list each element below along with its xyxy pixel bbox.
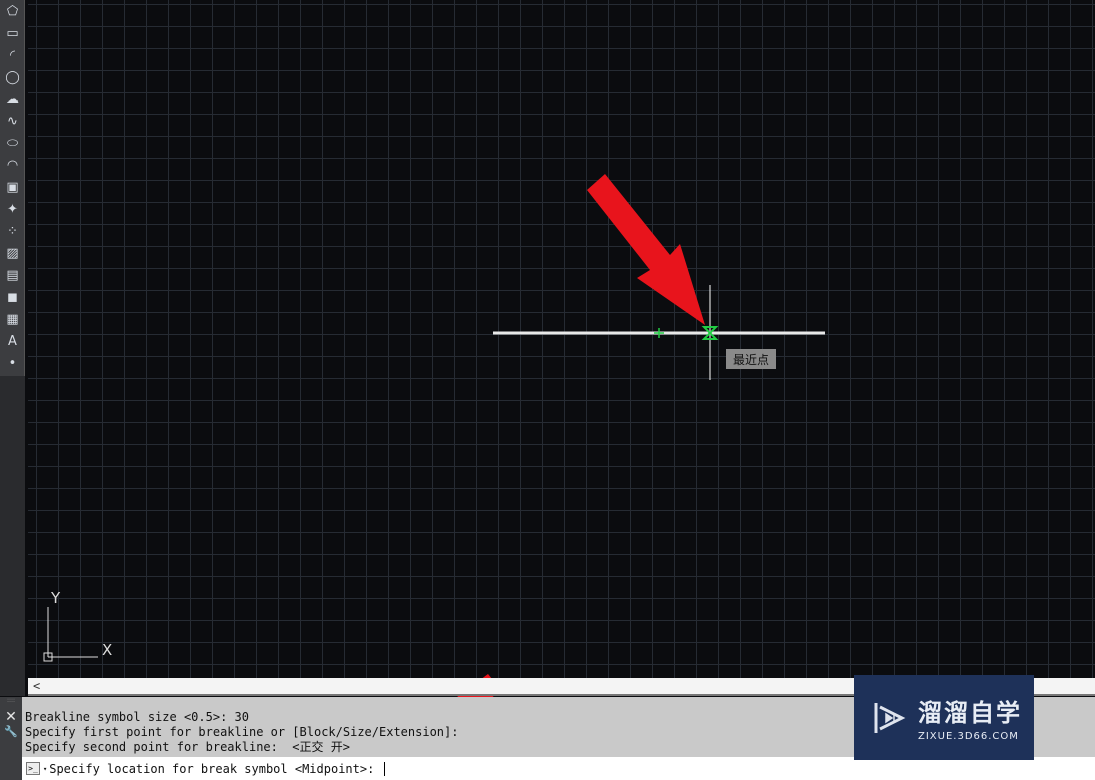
wrench-icon[interactable]: 🔧 — [0, 725, 22, 738]
scroll-left-button[interactable]: < — [33, 679, 40, 693]
command-side-bar: :::: ✕ 🔧 — [0, 697, 22, 780]
ucs-y-label: Y — [50, 589, 61, 607]
play-logo-icon — [874, 702, 906, 733]
watermark-name: 溜溜自学 — [918, 699, 1022, 727]
text-caret — [383, 761, 385, 776]
ucs-icon — [43, 607, 98, 662]
midpoint-marker — [654, 328, 664, 338]
command-input[interactable]: >_ ▾ Specify location for break symbol <Mi… — [22, 757, 1095, 780]
grip-handle[interactable]: :::: — [0, 697, 22, 709]
ucs-x-label: X — [102, 641, 112, 659]
snap-tooltip: 最近点 — [726, 349, 776, 369]
command-prompt: Specify location for break symbol <Midpo… — [49, 761, 382, 776]
dropdown-arrow-icon[interactable]: ▾ — [43, 765, 47, 773]
command-prompt-icon[interactable]: >_ — [26, 762, 40, 775]
red-arrow-canvas — [587, 174, 705, 325]
close-icon[interactable]: ✕ — [0, 709, 22, 725]
watermark-url: ZIXUE.3D66.COM — [918, 731, 1019, 742]
watermark-logo: 溜溜自学 ZIXUE.3D66.COM — [854, 675, 1034, 760]
canvas-overlay: Y X — [43, 174, 825, 775]
